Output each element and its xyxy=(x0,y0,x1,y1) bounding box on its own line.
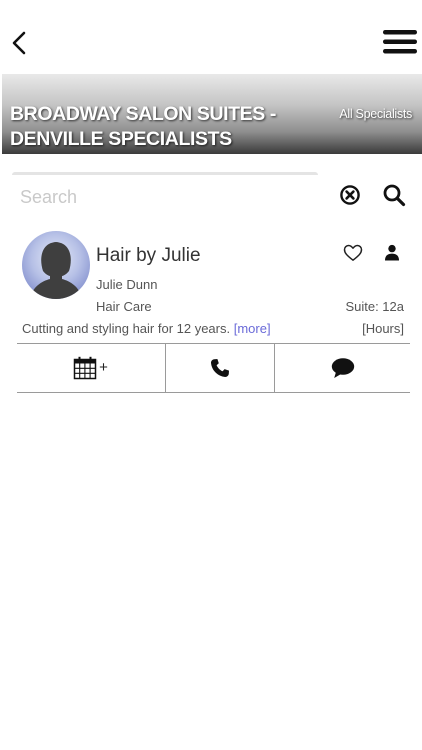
chevron-left-icon xyxy=(12,31,26,55)
top-bar xyxy=(0,0,422,74)
favorite-button[interactable] xyxy=(343,244,363,262)
specialist-description: Cutting and styling hair for 12 years. [… xyxy=(22,321,271,336)
profile-button[interactable] xyxy=(384,244,400,261)
search-button[interactable] xyxy=(382,183,406,207)
specialist-name[interactable]: Hair by Julie xyxy=(96,245,201,267)
more-link[interactable]: [more] xyxy=(234,321,271,336)
all-specialists-link[interactable]: All Specialists xyxy=(339,107,412,121)
page-banner: BROADWAY SALON SUITES - DENVILLE SPECIAL… xyxy=(2,74,422,154)
book-plus-label: + xyxy=(99,358,108,376)
specialist-category: Hair Care xyxy=(96,299,152,314)
page-title: BROADWAY SALON SUITES - DENVILLE SPECIAL… xyxy=(10,102,310,152)
action-bar: + xyxy=(17,343,410,393)
page-title-line-2: DENVILLE SPECIALISTS xyxy=(10,128,232,150)
book-appointment-button[interactable]: + xyxy=(17,344,164,392)
description-text: Cutting and styling hair for 12 years. xyxy=(22,321,231,336)
message-button[interactable] xyxy=(274,344,410,392)
avatar xyxy=(22,231,90,299)
call-button[interactable] xyxy=(165,344,274,392)
search-bar xyxy=(12,172,318,216)
calendar-icon xyxy=(73,356,97,380)
magnifier-icon xyxy=(383,184,406,207)
menu-button[interactable] xyxy=(382,26,418,58)
back-button[interactable] xyxy=(8,28,32,58)
search-input[interactable] xyxy=(20,183,310,211)
hamburger-menu-icon xyxy=(383,30,417,54)
clear-search-button[interactable] xyxy=(339,184,361,206)
heart-outline-icon xyxy=(343,244,363,261)
person-silhouette-icon xyxy=(22,231,90,299)
specialist-person: Julie Dunn xyxy=(96,277,158,292)
suite-number: Suite: 12a xyxy=(345,299,404,314)
person-icon xyxy=(385,244,399,261)
clear-circle-icon xyxy=(340,185,360,205)
chat-bubble-icon xyxy=(331,358,354,378)
phone-icon xyxy=(211,359,229,377)
hours-link[interactable]: [Hours] xyxy=(362,321,404,336)
page-title-line-1: BROADWAY SALON SUITES - xyxy=(10,103,276,125)
